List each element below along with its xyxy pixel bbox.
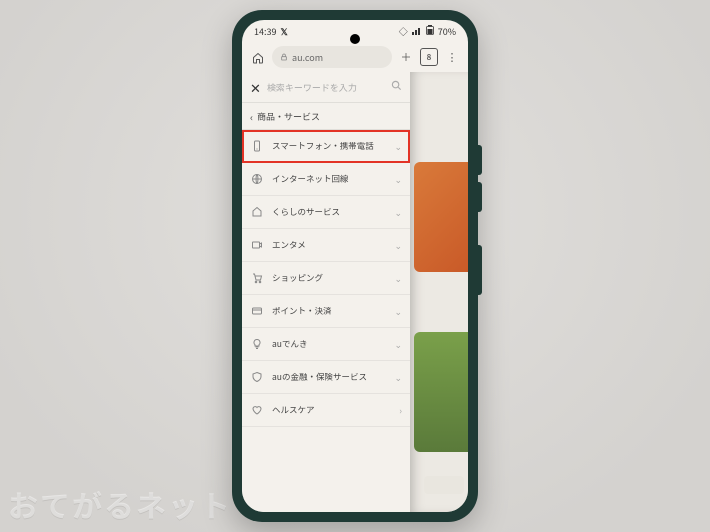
battery-percent: 70% <box>438 25 456 38</box>
menu-item-points[interactable]: ポイント・決済 ⌄ <box>242 295 410 328</box>
front-camera <box>350 34 360 44</box>
side-menu-panel: ✕ 検索キーワードを入力 ‹ 商品・サービス スマートフォン・携帯電話 ⌄ <box>242 72 410 512</box>
browser-address-bar: au.com ＋ 8 ⋮ <box>242 42 468 72</box>
menu-item-finance[interactable]: auの金融・保険サービス ⌄ <box>242 361 410 394</box>
chevron-down-icon: ⌄ <box>394 338 402 351</box>
battery-icon <box>426 25 434 38</box>
browser-menu-button[interactable]: ⋮ <box>444 49 460 65</box>
phone-screen: 14:39 𝕏 ◇ 70% <box>242 20 468 512</box>
home-service-icon <box>250 205 264 219</box>
menu-item-label: ポイント・決済 <box>272 305 386 317</box>
menu-item-label: エンタメ <box>272 239 386 251</box>
signal-icon <box>412 27 422 35</box>
close-menu-button[interactable]: ✕ <box>250 78 261 97</box>
menu-item-label: インターネット回線 <box>272 173 386 185</box>
watermark-text: おてがるネット <box>8 482 232 526</box>
menu-search-row: ✕ 検索キーワードを入力 <box>242 72 410 103</box>
chevron-down-icon: ⌄ <box>394 239 402 252</box>
menu-item-label: くらしのサービス <box>272 206 386 218</box>
breadcrumb-back[interactable]: ‹ 商品・サービス <box>242 103 410 130</box>
menu-item-label: auでんき <box>272 338 386 350</box>
menu-item-entertainment[interactable]: エンタメ ⌄ <box>242 229 410 262</box>
home-icon[interactable] <box>250 45 266 69</box>
chevron-left-icon: ‹ <box>250 109 253 124</box>
menu-item-living[interactable]: くらしのサービス ⌄ <box>242 196 410 229</box>
bulb-icon <box>250 337 264 351</box>
search-icon[interactable] <box>391 80 402 94</box>
menu-item-label: スマートフォン・携帯電話 <box>272 140 386 152</box>
video-icon <box>250 238 264 252</box>
lock-icon <box>280 51 288 64</box>
menu-item-label: auの金融・保険サービス <box>272 371 386 383</box>
x-app-icon: 𝕏 <box>280 25 287 38</box>
cart-icon <box>250 271 264 285</box>
menu-item-healthcare[interactable]: ヘルスケア › <box>242 394 410 427</box>
shield-icon <box>250 370 264 384</box>
status-time: 14:39 <box>254 25 276 38</box>
menu-item-smartphone[interactable]: スマートフォン・携帯電話 ⌄ <box>242 130 410 163</box>
heart-icon <box>250 403 264 417</box>
menu-item-shopping[interactable]: ショッピング ⌄ <box>242 262 410 295</box>
smartphone-icon <box>250 139 264 153</box>
search-input[interactable]: 検索キーワードを入力 <box>267 81 385 94</box>
vibrate-icon: ◇ <box>399 25 408 38</box>
tab-count-button[interactable]: 8 <box>420 48 438 66</box>
url-field[interactable]: au.com <box>272 46 392 68</box>
power-button <box>478 245 482 295</box>
chevron-down-icon: ⌄ <box>394 206 402 219</box>
volume-down-button <box>478 182 482 212</box>
url-text: au.com <box>292 51 323 64</box>
menu-item-label: ヘルスケア <box>272 404 391 416</box>
peek-button <box>424 476 464 494</box>
chevron-down-icon: ⌄ <box>394 371 402 384</box>
chevron-down-icon: ⌄ <box>394 272 402 285</box>
breadcrumb-label: 商品・サービス <box>257 110 320 123</box>
volume-up-button <box>478 145 482 175</box>
menu-item-denki[interactable]: auでんき ⌄ <box>242 328 410 361</box>
chevron-down-icon: ⌄ <box>394 140 402 153</box>
chevron-right-icon: › <box>399 404 402 417</box>
chevron-down-icon: ⌄ <box>394 173 402 186</box>
phone-case: 14:39 𝕏 ◇ 70% <box>232 10 478 522</box>
globe-icon <box>250 172 264 186</box>
chevron-down-icon: ⌄ <box>394 305 402 318</box>
menu-item-internet[interactable]: インターネット回線 ⌄ <box>242 163 410 196</box>
menu-item-label: ショッピング <box>272 272 386 284</box>
card-icon <box>250 304 264 318</box>
page-content: ✕ 検索キーワードを入力 ‹ 商品・サービス スマートフォン・携帯電話 ⌄ <box>242 72 468 512</box>
background-page-peek <box>410 72 468 512</box>
new-tab-button[interactable]: ＋ <box>398 49 414 65</box>
